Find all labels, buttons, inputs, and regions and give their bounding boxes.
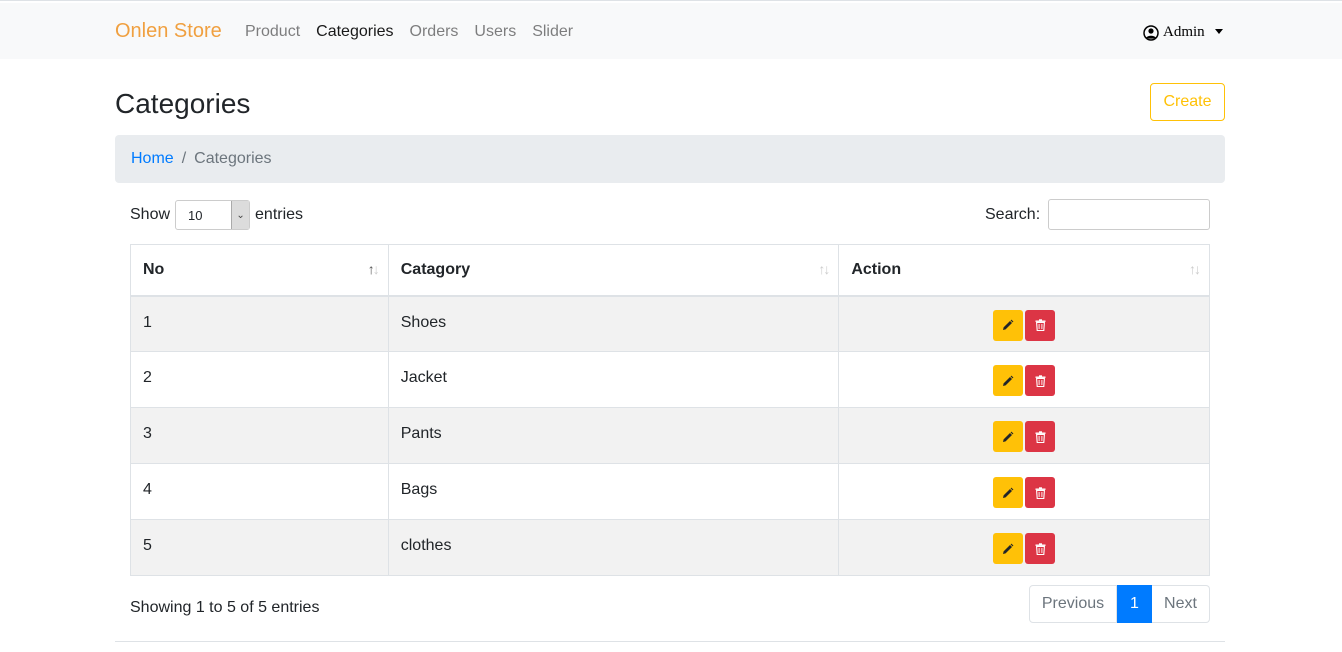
trash-icon [1035, 319, 1046, 331]
nav-link-product[interactable]: Product [245, 23, 300, 41]
cell-category: clothes [387, 519, 840, 576]
pencil-icon [1003, 487, 1014, 498]
pagination-previous[interactable]: Previous [1029, 585, 1117, 623]
trash-icon [1035, 542, 1046, 555]
table-row: 4 Bags [130, 463, 1210, 520]
cell-no: 5 [130, 519, 389, 576]
edit-button[interactable] [993, 421, 1024, 452]
breadcrumb: Home / Categories [115, 135, 1225, 183]
delete-button[interactable] [1025, 533, 1056, 564]
cell-actions [838, 295, 1210, 352]
entries-label: entries [255, 206, 304, 223]
pagination-page-1[interactable]: 1 [1117, 585, 1152, 623]
trash-icon [1035, 486, 1046, 499]
breadcrumb-home-link[interactable]: Home [131, 150, 174, 168]
delete-button[interactable] [1025, 365, 1056, 396]
cell-no: 4 [130, 463, 389, 520]
trash-icon [1035, 430, 1046, 443]
nav-link-users[interactable]: Users [474, 23, 516, 41]
cell-category: Bags [387, 463, 840, 520]
delete-button[interactable] [1025, 421, 1056, 452]
cell-category: Jacket [387, 351, 840, 408]
cell-no: 3 [130, 407, 389, 464]
edit-button[interactable] [993, 477, 1024, 508]
search-control: Search: [985, 199, 1211, 230]
divider [115, 641, 1225, 642]
table-info: Showing 1 to 5 of 5 entries [130, 599, 320, 616]
edit-button[interactable] [993, 365, 1024, 396]
delete-button[interactable] [1025, 309, 1056, 341]
table-row: 1 Shoes [130, 295, 1210, 352]
nav-links: Product Categories Orders Users Slider [245, 23, 573, 41]
trash-icon [1035, 374, 1046, 387]
page-length-control: Show 10 ⌄ entries [130, 200, 303, 230]
pencil-icon [1003, 431, 1014, 442]
pencil-icon [1003, 319, 1014, 330]
pencil-icon [1003, 543, 1014, 554]
nav-link-orders[interactable]: Orders [410, 23, 459, 41]
page-length-value: 10 [188, 207, 203, 223]
breadcrumb-current: Categories [194, 150, 272, 167]
show-label: Show [130, 206, 171, 223]
search-input[interactable] [1048, 199, 1211, 230]
column-header-action[interactable]: Action ↑↓ [838, 244, 1210, 297]
cell-category: Pants [387, 407, 840, 464]
column-header-action-label: Action [851, 260, 902, 278]
navbar: Onlen Store Product Categories Orders Us… [0, 3, 1342, 59]
edit-button[interactable] [993, 309, 1024, 341]
page-length-select[interactable]: 10 ⌄ [175, 200, 251, 230]
user-circle-icon [1143, 24, 1159, 41]
cell-no: 1 [130, 295, 389, 352]
table-row: 3 Pants [130, 407, 1210, 464]
edit-button[interactable] [993, 533, 1024, 564]
chevron-down-icon: ⌄ [231, 201, 250, 229]
table-row: 5 clothes [130, 519, 1210, 576]
table-row: 2 Jacket [130, 351, 1210, 408]
cell-actions [838, 407, 1210, 464]
delete-button[interactable] [1025, 477, 1056, 508]
cell-category: Shoes [387, 295, 840, 352]
column-header-category-label: Catagory [400, 260, 471, 278]
categories-table: No ↑↓ Catagory ↑↓ Action ↑↓ 1 Shoes 2 Ja… [130, 244, 1210, 576]
nav-link-slider[interactable]: Slider [532, 23, 573, 41]
column-header-no-label: No [143, 260, 165, 278]
caret-down-icon [1214, 28, 1223, 34]
pagination-next[interactable]: Next [1152, 585, 1210, 623]
cell-actions [838, 519, 1210, 576]
column-header-no[interactable]: No ↑↓ [130, 244, 389, 297]
cell-actions [838, 463, 1210, 520]
brand-logo[interactable]: Onlen Store [115, 20, 222, 43]
nav-link-categories[interactable]: Categories [316, 23, 393, 41]
page-title: Categories [115, 88, 251, 119]
cell-actions [838, 351, 1210, 408]
pagination: Previous 1 Next [1029, 585, 1210, 623]
column-header-category[interactable]: Catagory ↑↓ [387, 244, 840, 297]
table-header-row: No ↑↓ Catagory ↑↓ Action ↑↓ [130, 244, 1210, 297]
user-name: Admin [1163, 24, 1205, 40]
cell-no: 2 [130, 351, 389, 408]
sort-icon: ↑↓ [818, 261, 830, 277]
create-button[interactable]: Create [1150, 83, 1225, 121]
sort-icon: ↑↓ [1189, 261, 1201, 277]
search-label: Search: [985, 205, 1041, 223]
sort-icon: ↑↓ [367, 261, 380, 277]
pencil-icon [1003, 375, 1014, 386]
breadcrumb-separator: / [181, 150, 187, 167]
user-dropdown[interactable]: Admin [1143, 24, 1223, 41]
